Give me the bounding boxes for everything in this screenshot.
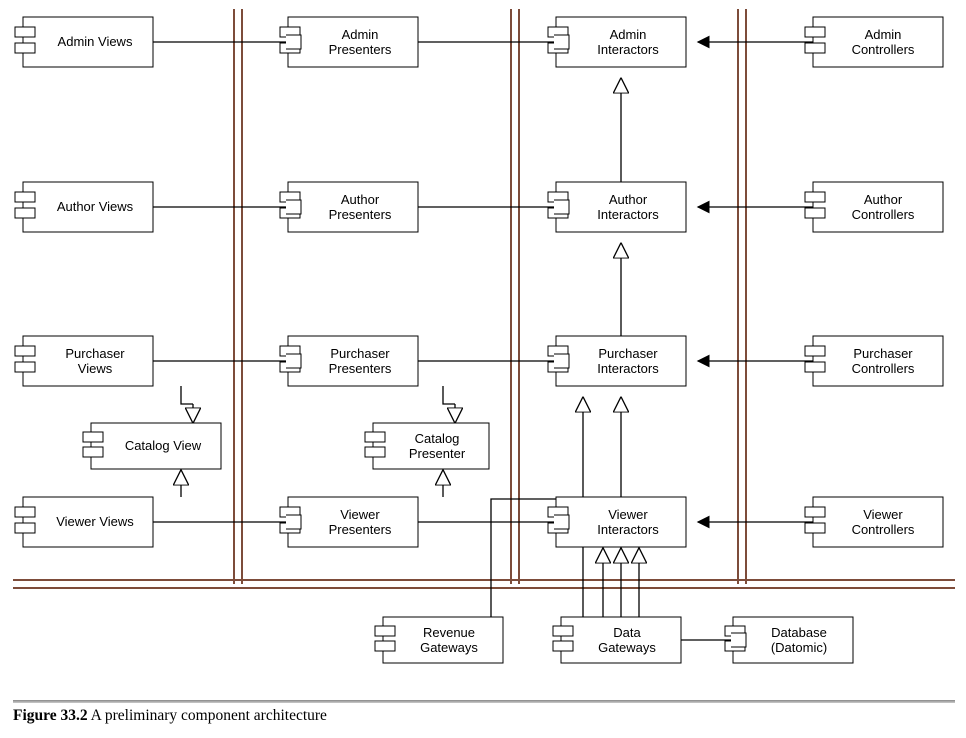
label: Revenue bbox=[423, 625, 475, 640]
component-purchaser-views: Purchaser Views bbox=[15, 336, 153, 386]
label: Author bbox=[609, 192, 648, 207]
label: Controllers bbox=[852, 361, 915, 376]
label: Gateways bbox=[420, 640, 478, 655]
component-admin-interactors: Admin Interactors bbox=[548, 17, 686, 67]
label: Viewer Views bbox=[56, 514, 134, 529]
component-purchaser-controllers: Purchaser Controllers bbox=[805, 336, 943, 386]
label: Purchaser bbox=[330, 346, 390, 361]
figure-number: Figure 33.2 bbox=[13, 707, 88, 724]
label: Views bbox=[78, 361, 113, 376]
component-revenue-gateways: Revenue Gateways bbox=[375, 617, 503, 663]
label: (Datomic) bbox=[771, 640, 827, 655]
label: Admin Views bbox=[58, 34, 133, 49]
label: Purchaser bbox=[65, 346, 125, 361]
component-purchaser-interactors: Purchaser Interactors bbox=[548, 336, 686, 386]
component-catalog-presenter: Catalog Presenter bbox=[365, 423, 489, 469]
caption-divider bbox=[13, 700, 955, 703]
component-catalog-view: Catalog View bbox=[83, 423, 221, 469]
label: Purchaser bbox=[853, 346, 913, 361]
component-admin-controllers: Admin Controllers bbox=[805, 17, 943, 67]
label: Interactors bbox=[597, 522, 659, 537]
label: Interactors bbox=[597, 361, 659, 376]
component-author-presenters: Author Presenters bbox=[280, 182, 418, 232]
figure-title: A preliminary component architecture bbox=[91, 707, 327, 724]
component-viewer-views: Viewer Views bbox=[15, 497, 153, 547]
connectors bbox=[153, 42, 813, 640]
label: Purchaser bbox=[598, 346, 658, 361]
component-author-controllers: Author Controllers bbox=[805, 182, 943, 232]
label: Author bbox=[341, 192, 380, 207]
label: Controllers bbox=[852, 522, 915, 537]
component-viewer-interactors: Viewer Interactors bbox=[548, 497, 686, 547]
component-author-views: Author Views bbox=[15, 182, 153, 232]
component-data-gateways: Data Gateways bbox=[553, 617, 681, 663]
component-author-interactors: Author Interactors bbox=[548, 182, 686, 232]
component-viewer-controllers: Viewer Controllers bbox=[805, 497, 943, 547]
component-admin-views: Admin Views bbox=[15, 17, 153, 67]
label: Presenters bbox=[329, 361, 392, 376]
label: Controllers bbox=[852, 42, 915, 57]
label: Catalog View bbox=[125, 438, 202, 453]
label: Presenters bbox=[329, 42, 392, 57]
label: Interactors bbox=[597, 207, 659, 222]
component-database: Database (Datomic) bbox=[725, 617, 853, 663]
label: Viewer bbox=[608, 507, 648, 522]
label: Gateways bbox=[598, 640, 656, 655]
label: Interactors bbox=[597, 42, 659, 57]
component-admin-presenters: Admin Presenters bbox=[280, 17, 418, 67]
figure-caption: Figure 33.2 A preliminary component arch… bbox=[13, 707, 327, 725]
label: Presenters bbox=[329, 207, 392, 222]
label: Data bbox=[613, 625, 641, 640]
component-viewer-presenters: Viewer Presenters bbox=[280, 497, 418, 547]
label: Viewer bbox=[340, 507, 380, 522]
component-purchaser-presenters: Purchaser Presenters bbox=[280, 336, 418, 386]
label: Admin bbox=[865, 27, 902, 42]
label: Presenter bbox=[409, 446, 466, 461]
label: Database bbox=[771, 625, 827, 640]
label: Author Views bbox=[57, 199, 134, 214]
label: Catalog bbox=[415, 431, 460, 446]
label: Viewer bbox=[863, 507, 903, 522]
components: Admin Views Admin Presenters Admin I bbox=[15, 17, 943, 663]
label: Author bbox=[864, 192, 903, 207]
label: Admin bbox=[342, 27, 379, 42]
architecture-diagram: Admin Views Admin Presenters Admin I bbox=[13, 9, 955, 699]
label: Admin bbox=[610, 27, 647, 42]
label: Controllers bbox=[852, 207, 915, 222]
label: Presenters bbox=[329, 522, 392, 537]
